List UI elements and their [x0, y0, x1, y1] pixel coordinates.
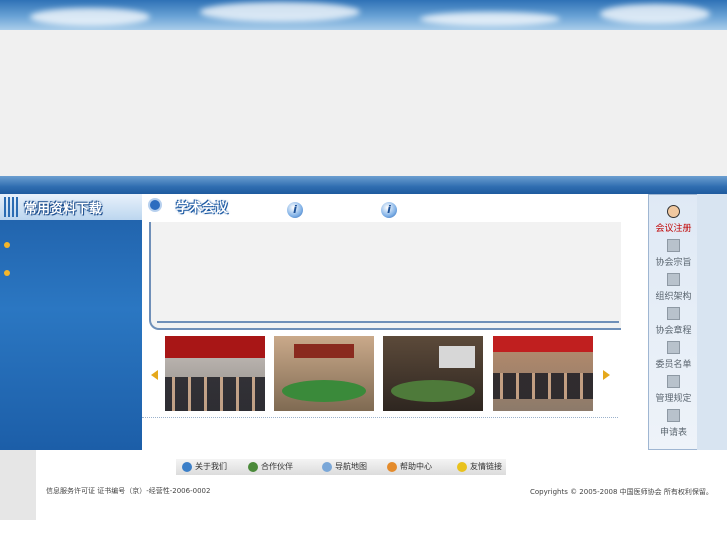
- menu-item-label: 申请表: [659, 428, 687, 438]
- info-icon[interactable]: i: [381, 202, 397, 218]
- navigation-bar: [0, 176, 727, 194]
- conference-photo-1[interactable]: [165, 336, 265, 411]
- downloads-title: 常用资料下载: [24, 202, 103, 217]
- form-icon: [667, 409, 680, 422]
- license-text: 信息服务许可证 证书编号（京）-经营性-2006-0002: [46, 487, 211, 495]
- menu-item-label: 协会宗旨: [655, 258, 692, 268]
- bullet-icon: [4, 242, 10, 248]
- conference-photo-2[interactable]: [274, 336, 374, 411]
- org-chart-icon: [667, 273, 680, 286]
- menu-item-label: 组织架构: [655, 292, 692, 302]
- bullet-icon: [150, 200, 160, 210]
- divider: [157, 321, 619, 323]
- magnifier-icon: [322, 461, 332, 472]
- house-icon: [387, 461, 397, 472]
- meeting-list-box: [149, 222, 621, 330]
- menu-item-label: 管理规定: [655, 394, 692, 404]
- carousel-next-arrow-icon[interactable]: [603, 370, 610, 380]
- footer-side-block: [0, 450, 36, 520]
- carousel-prev-arrow-icon[interactable]: [151, 370, 158, 380]
- person-icon: [182, 461, 192, 472]
- footer-link-help[interactable]: 帮助中心: [387, 461, 432, 472]
- smiley-icon: [457, 461, 467, 472]
- menu-item-label: 委员名单: [655, 360, 692, 370]
- footer-link-friends[interactable]: 友情链接: [457, 461, 502, 472]
- right-edge-strip: [697, 194, 727, 450]
- bullet-icon: [4, 270, 10, 276]
- copyright-text: Copyrights © 2005-2008 中国医师协会 所有权利保留。: [530, 488, 713, 496]
- menu-item-label: 协会章程: [655, 326, 692, 336]
- main-content: 学术会议 i i: [142, 194, 648, 450]
- menu-item-application[interactable]: 申请表: [649, 409, 698, 438]
- right-menu: 会议注册 协会宗旨 组织架构 协会章程 委员名单 管理规定 申请表: [648, 194, 699, 450]
- footer-link-sitemap[interactable]: 导航地图: [322, 461, 367, 472]
- menu-item-organization[interactable]: 组织架构: [649, 273, 698, 302]
- section-title[interactable]: 学术会议: [176, 197, 228, 216]
- menu-item-members[interactable]: 委员名单: [649, 341, 698, 370]
- footer-link-partners[interactable]: 合作伙伴: [248, 461, 293, 472]
- stripes-icon: [4, 197, 18, 217]
- menu-item-regulations[interactable]: 管理规定: [649, 375, 698, 404]
- banner-area: [0, 30, 727, 176]
- user-icon: [667, 205, 680, 218]
- conference-photo-3[interactable]: [383, 336, 483, 411]
- document-icon: [667, 307, 680, 320]
- sky-header-banner: [0, 0, 727, 30]
- left-sidebar-header: 常用资料下载: [0, 194, 142, 220]
- list-icon: [667, 341, 680, 354]
- menu-item-purpose[interactable]: 协会宗旨: [649, 239, 698, 268]
- menu-item-charter[interactable]: 协会章程: [649, 307, 698, 336]
- people-icon: [248, 461, 258, 472]
- menu-item-meeting-registration[interactable]: 会议注册: [649, 205, 698, 234]
- menu-item-label: 会议注册: [655, 224, 692, 234]
- footer-links-bar: 关于我们 合作伙伴 导航地图 帮助中心 友情链接: [176, 459, 506, 475]
- speech-bubble-icon: [667, 375, 680, 388]
- dotted-divider: [142, 417, 618, 418]
- conference-photo-4[interactable]: [493, 336, 593, 411]
- info-icon[interactable]: i: [287, 202, 303, 218]
- left-sidebar: 常用资料下载: [0, 194, 142, 450]
- shield-icon: [667, 239, 680, 252]
- footer-link-about[interactable]: 关于我们: [182, 461, 227, 472]
